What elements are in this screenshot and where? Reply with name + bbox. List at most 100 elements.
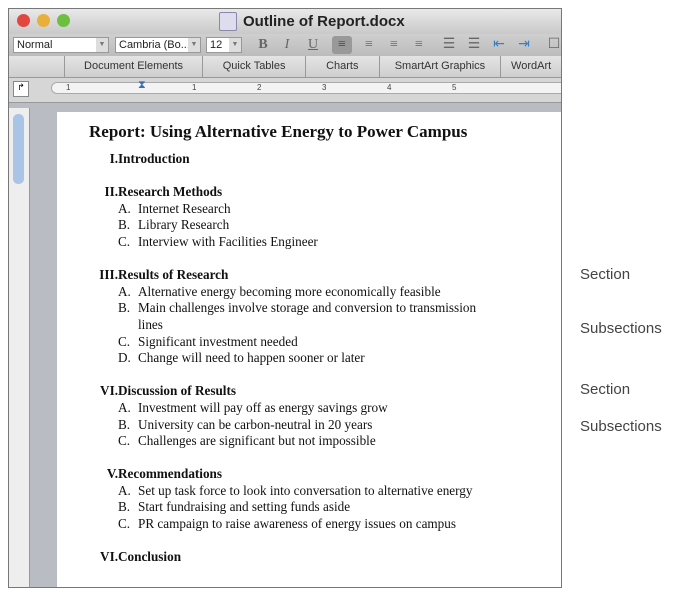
subsection-text: Library Research [138, 217, 230, 233]
top-margin-marker [13, 114, 24, 184]
outline-subsection: C. Significant investment needed [57, 334, 557, 351]
ruler-bar: 1 ⧗ 1 2 3 4 5 [51, 79, 561, 94]
outline-section: III. Results of Research [57, 267, 557, 284]
bulleted-list-icon[interactable]: ☰ [464, 36, 484, 54]
outline-section: I. Introduction [57, 151, 557, 168]
increase-indent-icon[interactable]: ⇥ [514, 36, 534, 54]
subsection-text: Main challenges involve storage and conv… [138, 300, 477, 332]
ruler-mark: 3 [322, 83, 327, 92]
italic-button[interactable]: I [277, 36, 297, 54]
title-bar: Outline of Report.docx [9, 9, 561, 34]
tab-smartart[interactable]: SmartArt Graphics [378, 56, 501, 77]
size-select[interactable]: 12 ▼ [206, 37, 242, 53]
subsection-text: Start fundraising and setting funds asid… [138, 499, 351, 515]
section-number: III. [99, 267, 118, 283]
tab-document-elements[interactable]: Document Elements [63, 56, 203, 77]
section-number: I. [109, 151, 118, 166]
section-label: Discussion of Results [118, 383, 236, 399]
subsection-text: Set up task force to look into conversat… [138, 482, 473, 498]
section-label: Recommendations [118, 466, 223, 482]
outline-subsection: B. Start fundraising and setting funds as… [57, 499, 557, 516]
style-select[interactable]: Normal ▼ [13, 37, 109, 53]
outline-subsection: A. Investment will pay off as energy savi… [57, 400, 557, 417]
chevron-down-icon: ▼ [188, 38, 200, 52]
outline-subsection: D. Change will need to happen sooner or l… [57, 350, 557, 367]
outline-subsection: C. Interview with Facilities Engineer [57, 234, 557, 251]
align-right-button[interactable]: ≡ [384, 36, 404, 54]
document-icon [219, 12, 237, 31]
close-button[interactable] [17, 14, 30, 27]
section-label: Results of Research [118, 267, 229, 283]
subsection-text: Investment will pay off as energy saving… [138, 399, 388, 415]
subsection-letter: A. [118, 200, 131, 216]
subsection-text: University can be carbon-neutral in 20 y… [138, 416, 373, 432]
ruler-mark: 1 [192, 83, 197, 92]
underline-button[interactable]: U [303, 36, 323, 54]
horizontal-ruler[interactable]: ↱ 1 ⧗ 1 2 3 4 5 [9, 78, 561, 103]
outline-section: II. Research Methods [57, 184, 557, 201]
outline-subsection: B. Main challenges involve storage and co… [57, 300, 557, 333]
subsection-letter: C. [118, 433, 131, 449]
outline-subsection: A. Set up task force to look into convers… [57, 483, 557, 500]
formatting-toolbar: Normal ▼ Cambria (Bo... ▼ 12 ▼ B I U ≡ ≡ ≡ … [9, 34, 561, 56]
ruler-mark: 5 [452, 83, 457, 92]
subsection-text: Change will need to happen sooner or lat… [138, 350, 365, 366]
tab-spacer [9, 56, 64, 77]
annotation-section: Section [580, 266, 631, 283]
outline-subsection: B. University can be carbon-neutral in 20… [57, 417, 557, 434]
subsection-text: Significant investment needed [138, 333, 298, 349]
section-label: Introduction [118, 151, 190, 166]
minimize-button[interactable] [37, 14, 50, 27]
font-select[interactable]: Cambria (Bo... ▼ [115, 37, 201, 53]
indent-marker[interactable]: ⧗ [138, 79, 146, 92]
vertical-ruler[interactable] [9, 108, 30, 587]
annotation-subsections: Subsections [580, 418, 662, 435]
outline-section: V. Recommendations [57, 466, 557, 483]
subsection-letter: A. [118, 283, 131, 299]
subsection-text: PR campaign to raise awareness of energy… [138, 516, 457, 532]
font-value: Cambria (Bo... [119, 39, 190, 51]
chevron-down-icon: ▼ [229, 38, 241, 52]
subsection-letter: C. [118, 516, 131, 532]
subsection-letter: C. [118, 333, 131, 349]
zoom-button[interactable] [57, 14, 70, 27]
section-number: II. [104, 184, 118, 200]
size-value: 12 [210, 39, 223, 51]
decrease-indent-icon[interactable]: ⇤ [489, 36, 509, 54]
ribbon-tabs: Document Elements Quick Tables Charts Sm… [9, 56, 561, 78]
document-title: Report: Using Alternative Energy to Powe… [89, 122, 468, 141]
section-label: Conclusion [118, 549, 182, 565]
justify-button[interactable]: ≡ [409, 36, 429, 54]
section-number: VI. [100, 383, 118, 399]
bold-button[interactable]: B [253, 36, 273, 54]
outline-section: VI. Conclusion [57, 549, 557, 566]
tab-selector-icon[interactable]: ↱ [13, 81, 29, 97]
subsection-text: Internet Research [138, 200, 231, 216]
outline-subsection: A. Internet Research [57, 201, 557, 218]
section-number: V. [106, 466, 118, 482]
tab-charts[interactable]: Charts [304, 56, 379, 77]
style-value: Normal [17, 39, 53, 51]
section-label: Research Methods [118, 184, 223, 200]
outline-subsection: A. Alternative energy becoming more econo… [57, 284, 557, 301]
subsection-letter: B. [118, 300, 131, 316]
outline-subsection: C. Challenges are significant but not imp… [57, 433, 557, 450]
section-number: VI. [100, 549, 118, 565]
subsection-letter: A. [118, 399, 131, 415]
ruler-mark: 1 [66, 83, 71, 92]
subsection-text: Interview with Facilities Engineer [138, 233, 318, 249]
borders-icon[interactable]: ☐ [544, 36, 561, 54]
annotation-section: Section [580, 381, 631, 398]
align-left-button[interactable]: ≡ [332, 36, 352, 54]
numbered-list-icon[interactable]: ☰ [439, 36, 459, 54]
tab-quick-tables[interactable]: Quick Tables [202, 56, 305, 77]
subsection-letter: B. [118, 416, 131, 432]
subsection-letter: D. [118, 350, 131, 366]
document-page[interactable]: Report: Using Alternative Energy to Powe… [57, 112, 561, 587]
outline: I. Introduction II. Research Methods A. Inter… [57, 151, 557, 566]
subsection-letter: B. [118, 217, 131, 233]
subsection-letter: A. [118, 482, 131, 498]
outline-subsection: C. PR campaign to raise awareness of ener… [57, 516, 557, 533]
tab-wordart[interactable]: WordArt [500, 56, 561, 77]
align-center-button[interactable]: ≡ [359, 36, 379, 54]
